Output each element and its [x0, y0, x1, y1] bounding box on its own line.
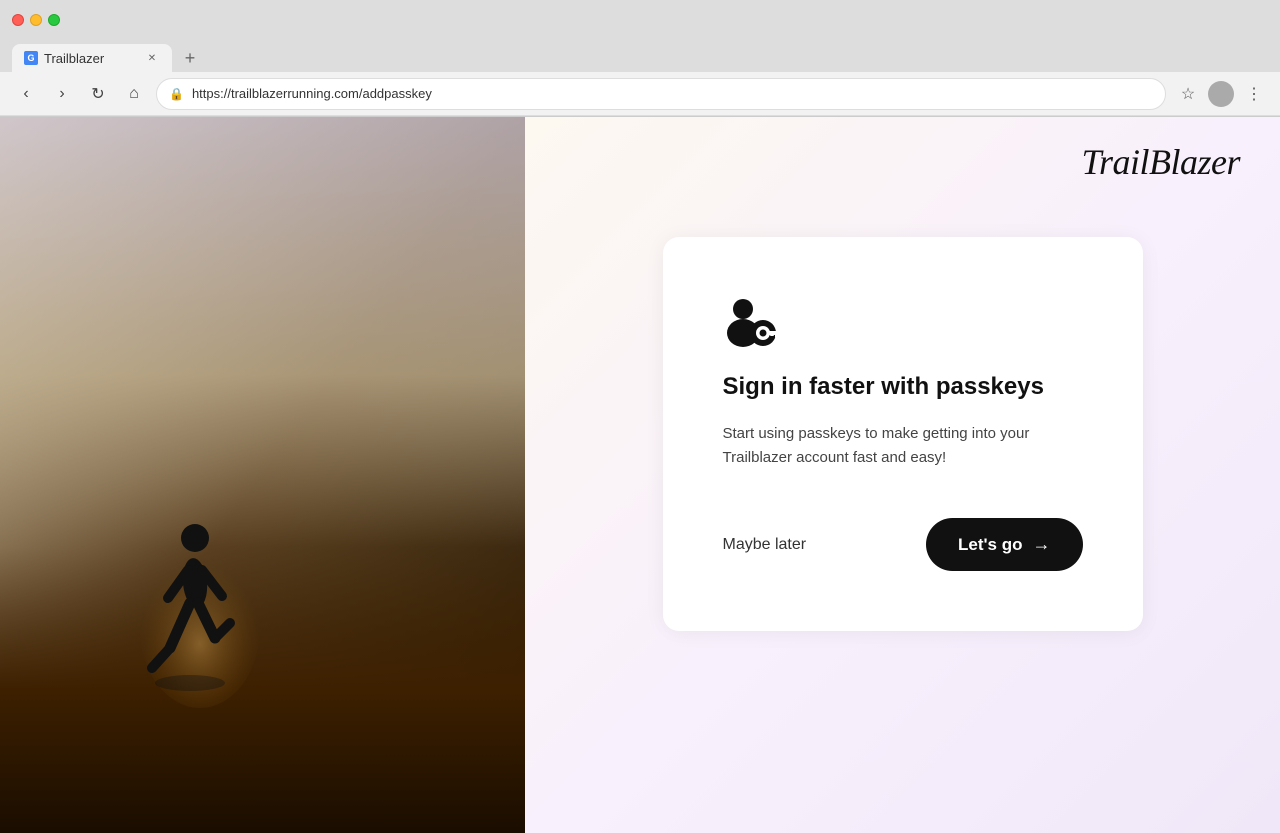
runner-illustration: [140, 508, 260, 733]
card-actions: Maybe later Let's go →: [723, 518, 1083, 571]
home-button[interactable]: ⌂: [120, 80, 148, 108]
browser-chrome: G Trailblazer ✕ + ‹ › ↻ ⌂ 🔒 https://trai…: [0, 0, 1280, 117]
brand-logo-text: TrailBlazer: [1081, 142, 1240, 182]
back-button[interactable]: ‹: [12, 80, 40, 108]
maximize-window-button[interactable]: [48, 14, 60, 26]
tab-favicon: G: [24, 51, 38, 65]
lets-go-label: Let's go: [958, 535, 1023, 555]
profile-button[interactable]: [1208, 81, 1234, 107]
brand-logo: TrailBlazer: [1081, 141, 1240, 183]
card-description: Start using passkeys to make getting int…: [723, 422, 1083, 470]
active-tab[interactable]: G Trailblazer ✕: [12, 44, 172, 72]
lets-go-button[interactable]: Let's go →: [926, 518, 1083, 571]
nav-bar: ‹ › ↻ ⌂ 🔒 https://trailblazerrunning.com…: [0, 72, 1280, 116]
passkey-icon: [723, 297, 1083, 347]
hero-image-panel: [0, 117, 525, 833]
tab-title: Trailblazer: [44, 51, 104, 66]
title-bar: [0, 0, 1280, 40]
lock-icon: 🔒: [169, 87, 184, 101]
address-bar[interactable]: 🔒 https://trailblazerrunning.com/addpass…: [156, 78, 1166, 110]
maybe-later-button[interactable]: Maybe later: [723, 528, 807, 562]
card-title: Sign in faster with passkeys: [723, 371, 1083, 402]
menu-button[interactable]: ⋮: [1240, 80, 1268, 108]
tab-close-button[interactable]: ✕: [144, 50, 160, 66]
arrow-right-icon: →: [1033, 534, 1051, 555]
page-content: TrailBlazer: [0, 117, 1280, 833]
forward-button[interactable]: ›: [48, 80, 76, 108]
new-tab-button[interactable]: +: [176, 44, 204, 72]
ground-overlay: [0, 547, 525, 833]
url-text: https://trailblazerrunning.com/addpasske…: [192, 86, 1153, 101]
bookmark-button[interactable]: ☆: [1174, 80, 1202, 108]
nav-actions: ☆ ⋮: [1174, 80, 1268, 108]
close-window-button[interactable]: [12, 14, 24, 26]
sky-overlay: [0, 117, 525, 547]
minimize-window-button[interactable]: [30, 14, 42, 26]
traffic-lights: [12, 14, 60, 26]
right-panel: TrailBlazer: [525, 117, 1280, 833]
refresh-button[interactable]: ↻: [84, 80, 112, 108]
passkey-card: Sign in faster with passkeys Start using…: [663, 237, 1143, 631]
tab-bar: G Trailblazer ✕ +: [0, 40, 1280, 72]
